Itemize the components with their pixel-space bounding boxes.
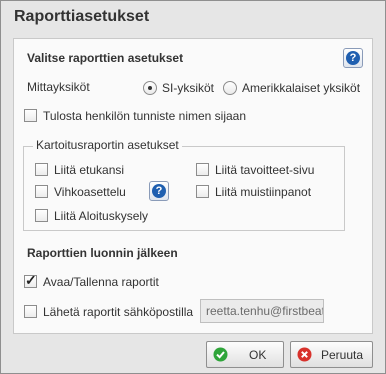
close-icon [297, 347, 312, 362]
send-email-label[interactable]: Lähetä raportit sähköpostilla [43, 305, 193, 319]
open-save-checkbox[interactable]: ✓ [24, 272, 37, 288]
report-settings-dialog: Raporttiasetukset Valitse raporttien ase… [0, 0, 386, 374]
radio-selected-dot [148, 86, 152, 90]
ok-button-label: OK [249, 348, 267, 362]
after-generation-heading: Raporttien luonnin jälkeen [27, 246, 178, 260]
si-units-label[interactable]: SI-yksiköt [162, 81, 214, 95]
si-units-radio[interactable] [143, 81, 157, 95]
booklet-checkbox[interactable] [35, 185, 48, 198]
goals-checkbox[interactable] [196, 163, 209, 176]
cancel-button[interactable]: Peruuta [290, 341, 373, 368]
send-email-checkbox[interactable] [24, 305, 37, 318]
dialog-title: Raporttiasetukset [14, 8, 150, 25]
print-id-checkbox[interactable] [24, 109, 37, 122]
open-save-label[interactable]: Avaa/Tallenna raportit [43, 275, 159, 289]
notes-label[interactable]: Liitä muistiinpanot [215, 185, 311, 199]
notes-checkbox[interactable] [196, 185, 209, 198]
cancel-button-label: Peruuta [321, 348, 364, 362]
cover-checkbox[interactable] [35, 163, 48, 176]
ok-button[interactable]: OK [206, 341, 284, 368]
checkmark-icon: ✓ [25, 272, 37, 288]
email-field[interactable]: reetta.tenhu@firstbeat [200, 299, 324, 323]
checkmark-icon [213, 347, 228, 362]
report-settings-heading: Valitse raporttien asetukset [27, 51, 184, 65]
cover-label[interactable]: Liitä etukansi [54, 163, 124, 177]
us-units-label[interactable]: Amerikkalaiset yksiköt [242, 81, 360, 95]
booklet-label[interactable]: Vihkoasettelu [54, 185, 126, 199]
start-survey-checkbox[interactable] [35, 209, 48, 222]
settings-panel: Valitse raporttien asetukset ? Mittayksi… [13, 38, 373, 334]
survey-report-legend: Kartoitusraportin asetukset [33, 138, 182, 152]
title-bar: Raporttiasetukset [1, 1, 385, 35]
help-button[interactable]: ? [343, 48, 363, 68]
print-id-label[interactable]: Tulosta henkilön tunniste nimen sijaan [43, 109, 246, 123]
help-icon: ? [346, 51, 360, 65]
start-survey-label[interactable]: Liitä Aloituskysely [54, 209, 148, 223]
booklet-help-button[interactable]: ? [149, 181, 169, 201]
us-units-radio[interactable] [223, 81, 237, 95]
units-label: Mittayksiköt [27, 80, 90, 94]
goals-label[interactable]: Liitä tavoitteet-sivu [215, 163, 314, 177]
help-icon: ? [152, 184, 166, 198]
